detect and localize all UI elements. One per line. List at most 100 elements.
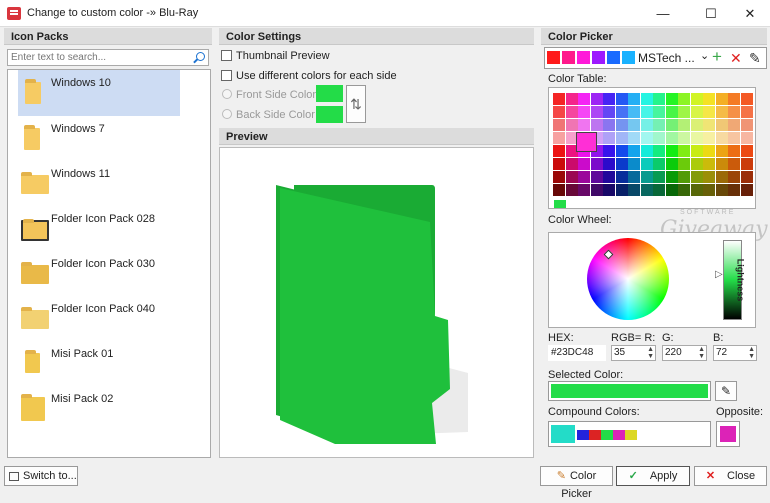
color-table-cell[interactable] xyxy=(640,184,653,196)
color-table-cell[interactable] xyxy=(690,106,703,118)
compound-color-swatch[interactable] xyxy=(625,430,637,440)
color-table-cell[interactable] xyxy=(715,106,728,118)
color-table-cell[interactable] xyxy=(553,171,565,183)
color-table-cell[interactable] xyxy=(590,184,603,196)
color-table-cell[interactable] xyxy=(678,145,690,157)
color-table-cell[interactable] xyxy=(628,184,640,196)
color-table-cell[interactable] xyxy=(590,106,603,118)
color-table-cell[interactable] xyxy=(603,93,615,105)
icon-pack-list[interactable]: Windows 10 Windows 7 Windows 11 Folder I… xyxy=(7,69,211,458)
color-table-cell[interactable] xyxy=(703,106,715,118)
color-table-cell[interactable] xyxy=(678,132,690,144)
color-table-cell[interactable] xyxy=(665,184,678,196)
color-table-cell[interactable] xyxy=(715,171,728,183)
color-table-cell[interactable] xyxy=(653,145,665,157)
color-table-cell[interactable] xyxy=(640,106,653,118)
color-picker-button[interactable]: ✎ Color Picker xyxy=(540,466,613,500)
color-table-cell[interactable] xyxy=(678,106,690,118)
color-table-cell[interactable] xyxy=(740,184,753,196)
add-color-icon[interactable]: + xyxy=(712,48,722,66)
compound-color-swatch[interactable] xyxy=(577,430,589,440)
color-table-cell[interactable] xyxy=(653,158,665,170)
color-table-cell[interactable] xyxy=(553,184,565,196)
color-table-cell[interactable] xyxy=(665,93,678,105)
color-table-cell[interactable] xyxy=(728,93,740,105)
color-table-cell[interactable] xyxy=(640,119,653,131)
color-table-cell[interactable] xyxy=(590,171,603,183)
color-table-cell[interactable] xyxy=(728,145,740,157)
color-table-cell[interactable] xyxy=(715,184,728,196)
thumbnail-preview-checkbox[interactable] xyxy=(221,50,232,61)
close-button[interactable]: ✕ Close xyxy=(694,466,767,486)
color-table-cell[interactable] xyxy=(728,171,740,183)
color-table-cell[interactable] xyxy=(690,132,703,144)
color-table-cell[interactable] xyxy=(703,93,715,105)
list-item-windows-11[interactable]: Windows 11 xyxy=(18,161,180,207)
r-input[interactable]: 35 ▲ ▼ xyxy=(611,345,656,361)
color-table-cell[interactable] xyxy=(690,158,703,170)
color-table-cell[interactable] xyxy=(715,158,728,170)
color-table-cell[interactable] xyxy=(578,106,590,118)
search-icon[interactable] xyxy=(196,52,205,61)
lightness-arrow-icon[interactable]: ▷ xyxy=(715,269,723,280)
color-table-cell[interactable] xyxy=(640,158,653,170)
color-table-cell[interactable] xyxy=(615,171,628,183)
color-table-cell[interactable] xyxy=(553,93,565,105)
delete-color-icon[interactable]: ✕ xyxy=(730,49,742,67)
swap-colors-button[interactable]: ⇅ xyxy=(346,85,366,123)
color-table-cell[interactable] xyxy=(603,119,615,131)
color-table-cell[interactable] xyxy=(665,145,678,157)
color-table-cell[interactable] xyxy=(678,119,690,131)
color-table-cell[interactable] xyxy=(690,145,703,157)
color-table-cell[interactable] xyxy=(703,158,715,170)
color-table-cell[interactable] xyxy=(628,145,640,157)
list-item-misi-pack-02[interactable]: Misi Pack 02 xyxy=(18,386,180,432)
color-table-cell[interactable] xyxy=(590,119,603,131)
color-table-cell[interactable] xyxy=(665,132,678,144)
different-colors-checkbox[interactable] xyxy=(221,70,232,81)
color-table-cell[interactable] xyxy=(628,106,640,118)
color-table-cell[interactable] xyxy=(578,171,590,183)
color-table-cell[interactable] xyxy=(553,145,565,157)
color-table[interactable] xyxy=(548,87,756,209)
color-table-cell[interactable] xyxy=(678,158,690,170)
color-table-cell[interactable] xyxy=(603,106,615,118)
color-table-cell[interactable] xyxy=(553,119,565,131)
list-item-folder-icon-pack-040[interactable]: Folder Icon Pack 040 xyxy=(18,296,180,342)
switch-to-button[interactable]: Switch to... xyxy=(4,466,78,486)
color-table-cell[interactable] xyxy=(690,119,703,131)
color-table-cell[interactable] xyxy=(665,119,678,131)
color-table-cell[interactable] xyxy=(615,106,628,118)
list-item-folder-icon-pack-030[interactable]: Folder Icon Pack 030 xyxy=(18,251,180,297)
color-table-cell[interactable] xyxy=(653,132,665,144)
color-table-cell[interactable] xyxy=(565,93,578,105)
eyedropper-icon[interactable]: ✎ xyxy=(715,381,737,401)
color-table-cell[interactable] xyxy=(640,171,653,183)
color-table-cell[interactable] xyxy=(590,93,603,105)
color-table-cell[interactable] xyxy=(653,93,665,105)
back-side-swatch[interactable] xyxy=(316,106,343,123)
color-table-cell[interactable] xyxy=(565,184,578,196)
opposite-color-swatch[interactable] xyxy=(716,421,740,447)
color-table-cell[interactable] xyxy=(665,106,678,118)
color-table-cell[interactable] xyxy=(715,119,728,131)
color-table-cell[interactable] xyxy=(740,145,753,157)
color-table-cell[interactable] xyxy=(703,145,715,157)
color-table-cell[interactable] xyxy=(728,184,740,196)
color-table-cell[interactable] xyxy=(678,171,690,183)
color-table-cell[interactable] xyxy=(665,171,678,183)
color-table-cell[interactable] xyxy=(615,132,628,144)
g-input[interactable]: 220 ▲ ▼ xyxy=(662,345,707,361)
compound-color-swatch[interactable] xyxy=(613,430,625,440)
color-wheel[interactable] xyxy=(587,238,669,320)
color-table-cell[interactable] xyxy=(603,132,615,144)
g-stepper[interactable]: ▲ ▼ xyxy=(698,346,705,360)
search-field[interactable] xyxy=(7,49,209,66)
close-window-button[interactable]: ✕ xyxy=(735,4,765,23)
color-table-cell[interactable] xyxy=(740,106,753,118)
color-table-cell[interactable] xyxy=(728,158,740,170)
color-table-cell[interactable] xyxy=(603,145,615,157)
color-table-cell[interactable] xyxy=(603,171,615,183)
color-table-cell[interactable] xyxy=(578,119,590,131)
search-input[interactable] xyxy=(8,50,188,65)
